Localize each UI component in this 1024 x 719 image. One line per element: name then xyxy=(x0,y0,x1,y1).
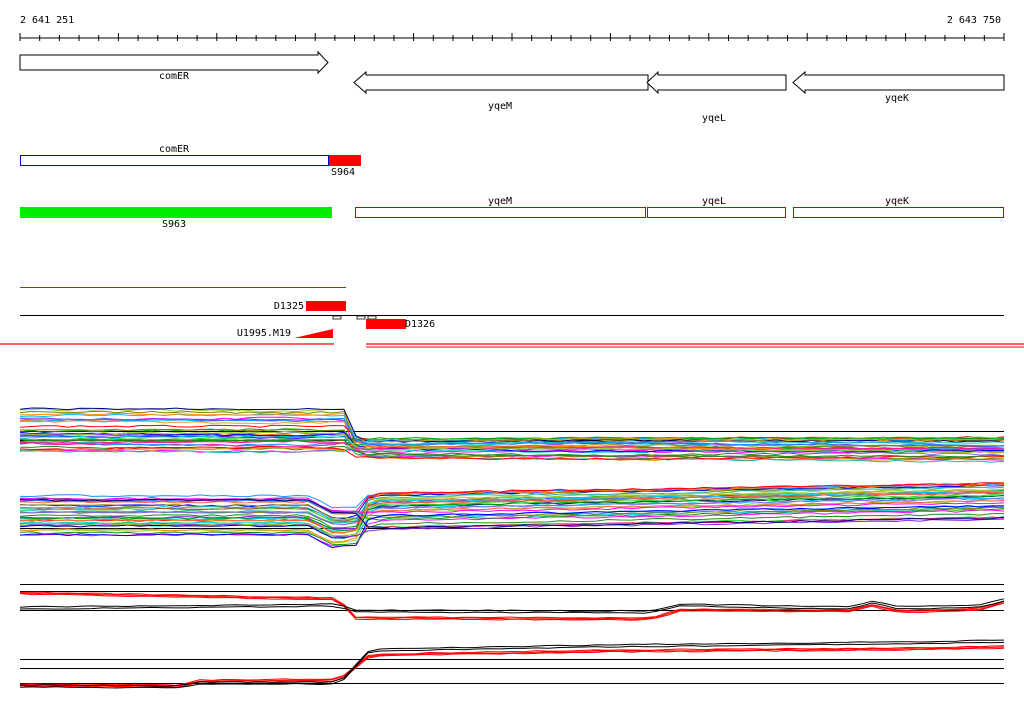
transcript-label-comER: comER xyxy=(159,144,190,155)
segment-track: S963 yqeM yqeL yqeK xyxy=(20,196,1004,230)
feature-label-D1326: D1326 xyxy=(405,319,435,330)
gene-label-yqeL: yqeL xyxy=(702,113,726,124)
gene-yqeK[interactable]: yqeK xyxy=(792,70,1005,104)
gene-label-yqeK: yqeK xyxy=(885,93,909,104)
segment-label-yqeL: yqeL xyxy=(702,196,726,207)
feature-box-D1325[interactable] xyxy=(306,301,346,311)
summary-track-2 xyxy=(19,639,1005,689)
summary-1-black-line xyxy=(19,600,1005,614)
summary-2-red-line xyxy=(19,645,1005,686)
expression-profile-track-1 xyxy=(19,407,1005,463)
genome-browser-view: 2 641 251 2 643 750 comER yqeM yqeL yqeK… xyxy=(0,0,1024,714)
summary-2-black-line xyxy=(19,639,1005,687)
coordinate-axis: 2 641 251 2 643 750 xyxy=(19,15,1005,41)
segment-box-yqeL[interactable] xyxy=(647,207,786,218)
gene-arrow-left[interactable] xyxy=(646,70,787,95)
gene-comER[interactable]: comER xyxy=(19,50,329,82)
feature-box-D1326[interactable] xyxy=(366,319,406,329)
gene-annotation-track: comER yqeM yqeL yqeK xyxy=(19,50,1005,124)
transcript-track: comER S964 xyxy=(20,144,361,178)
gene-yqeM[interactable]: yqeM xyxy=(353,70,649,112)
transcript-box-S964[interactable] xyxy=(329,155,361,166)
summary-track-1 xyxy=(19,584,1005,621)
transcript-label-S964: S964 xyxy=(331,167,355,178)
expression-profile-track-2 xyxy=(19,482,1005,549)
axis-end-label: 2 643 750 xyxy=(947,15,1001,26)
transcript-box-comER[interactable] xyxy=(20,155,329,166)
gene-label-yqeM: yqeM xyxy=(488,101,512,112)
feature-markers xyxy=(332,315,377,320)
segment-label-yqeM: yqeM xyxy=(488,196,512,207)
segment-box-yqeM[interactable] xyxy=(355,207,646,218)
segment-label-S963: S963 xyxy=(162,219,186,230)
feature-wedge-U1995[interactable] xyxy=(294,329,333,338)
summary-2-red-line xyxy=(19,647,1005,688)
gene-yqeL[interactable]: yqeL xyxy=(646,70,787,124)
segment-box-S963[interactable] xyxy=(20,207,332,218)
segment-box-yqeK[interactable] xyxy=(793,207,1004,218)
axis-start-label: 2 641 251 xyxy=(20,15,74,26)
gene-label-comER: comER xyxy=(159,71,190,82)
gene-arrow-right[interactable] xyxy=(19,50,329,75)
segment-label-yqeK: yqeK xyxy=(885,196,909,207)
feature-label-U1995: U1995.M19 xyxy=(237,328,291,339)
gene-arrow-left[interactable] xyxy=(792,70,1005,95)
axis-ticks xyxy=(19,33,1005,41)
genome-track-canvas: 2 641 251 2 643 750 comER yqeM yqeL yqeK… xyxy=(0,15,1024,689)
feature-label-D1325: D1325 xyxy=(274,301,304,312)
feature-track: D1325 D1326 U1995.M19 xyxy=(0,287,1024,348)
gene-arrow-left[interactable] xyxy=(353,70,649,95)
